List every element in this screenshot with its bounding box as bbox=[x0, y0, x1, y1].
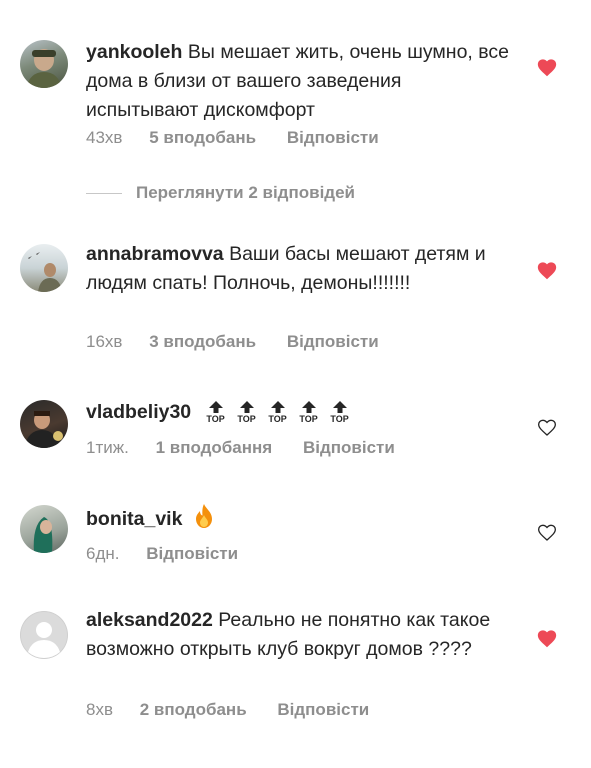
reply-button[interactable]: Відповісти bbox=[303, 438, 395, 458]
avatar[interactable] bbox=[20, 400, 68, 448]
comment-time: 43хв bbox=[86, 128, 123, 147]
top-arrow-icon: TOP bbox=[296, 401, 322, 424]
reply-button[interactable]: Відповісти bbox=[146, 544, 238, 564]
comment-username[interactable]: vladbeliy30 bbox=[86, 401, 191, 423]
reply-button[interactable]: Відповісти bbox=[277, 700, 369, 720]
top-arrow-icon: TOP bbox=[327, 401, 353, 424]
comment-username[interactable]: bonita_vik bbox=[86, 508, 182, 530]
fire-icon bbox=[195, 504, 212, 528]
comment-time: 8хв bbox=[86, 700, 113, 719]
comment-time: 1тиж. bbox=[86, 438, 129, 457]
avatar[interactable] bbox=[20, 244, 68, 292]
comment-username[interactable]: aleksand2022 bbox=[86, 609, 213, 631]
view-replies-label: Переглянути 2 відповідей bbox=[136, 183, 355, 202]
replies-divider bbox=[86, 192, 122, 194]
heart-filled-icon[interactable] bbox=[537, 58, 557, 77]
heart-outline-icon[interactable] bbox=[537, 523, 557, 542]
avatar[interactable] bbox=[20, 611, 68, 659]
comment-likes[interactable]: 3 вподобань bbox=[149, 332, 256, 352]
comment-time: 16хв bbox=[86, 332, 123, 351]
avatar-image-icon bbox=[24, 411, 63, 448]
reply-button[interactable]: Відповісти bbox=[287, 128, 379, 148]
avatar[interactable] bbox=[20, 505, 68, 553]
top-icons: TOP TOP TOP TOP TOP bbox=[203, 401, 358, 431]
comment-username[interactable]: annabramovva bbox=[86, 243, 224, 265]
comment-time: 6дн. bbox=[86, 544, 120, 563]
reply-button[interactable]: Відповісти bbox=[287, 332, 379, 352]
view-replies-link[interactable]: Переглянути 2 відповідей bbox=[86, 183, 355, 203]
avatar-image-icon bbox=[26, 49, 62, 88]
comment-likes[interactable]: 1 вподобання bbox=[156, 438, 273, 458]
heart-filled-icon[interactable] bbox=[537, 261, 557, 280]
top-arrow-icon: TOP bbox=[203, 401, 229, 424]
comment-likes[interactable]: 2 вподобань bbox=[140, 700, 247, 720]
heart-outline-icon[interactable] bbox=[537, 418, 557, 437]
avatar-image-icon bbox=[28, 252, 62, 292]
avatar[interactable] bbox=[20, 40, 68, 88]
avatar-image-icon bbox=[33, 517, 53, 553]
top-arrow-icon: TOP bbox=[234, 401, 260, 424]
comment-likes[interactable]: 5 вподобань bbox=[149, 128, 256, 148]
comment-username[interactable]: yankooleh bbox=[86, 41, 182, 63]
top-arrow-icon: TOP bbox=[265, 401, 291, 424]
heart-filled-icon[interactable] bbox=[537, 629, 557, 648]
default-avatar-icon bbox=[20, 611, 68, 659]
